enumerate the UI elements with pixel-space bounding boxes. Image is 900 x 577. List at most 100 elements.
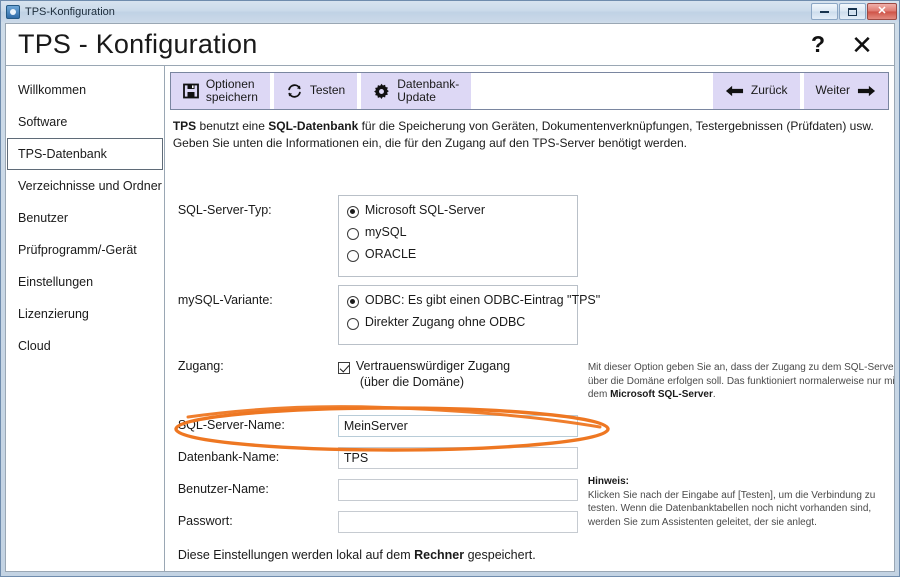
save-options-label: Optionen speichern <box>205 76 258 104</box>
user-name-label: Benutzer-Name: <box>177 481 269 496</box>
sidebar-item-einstellungen[interactable]: Einstellungen <box>7 266 163 298</box>
radio-icon <box>346 249 359 262</box>
server-type-label: SQL-Server-Typ: <box>177 202 272 217</box>
radio-icon <box>346 317 359 330</box>
application-window: TPS-Konfiguration ✕ TPS - Konfiguration … <box>0 0 900 577</box>
sidebar-item-tps-datenbank[interactable]: TPS-Datenbank <box>7 138 163 170</box>
radio-odbc[interactable]: ODBC: Es gibt einen ODBC-Eintrag "TPS" <box>346 293 600 315</box>
page-title: TPS - Konfiguration <box>18 29 258 59</box>
minimize-button[interactable] <box>811 3 838 20</box>
field-db-name: Datenbank-Name: <box>177 446 578 469</box>
next-label: Weiter <box>815 83 850 98</box>
arrow-left-icon <box>725 84 744 98</box>
radio-label: ORACLE <box>364 246 417 261</box>
sidebar-item-software[interactable]: Software <box>7 106 163 138</box>
sidebar-item-label: Benutzer <box>18 211 69 225</box>
gear-icon <box>373 83 390 100</box>
note-hint-title: Hinweis: <box>587 475 629 487</box>
description-text: TPS benutzt eine SQL-Datenbank für die S… <box>170 114 889 153</box>
footer-text2: gespeichert. <box>464 548 536 562</box>
sidebar-item-label: TPS-Datenbank <box>18 147 107 161</box>
sidebar-item-cloud[interactable]: Cloud <box>7 330 163 362</box>
checkbox-icon <box>337 361 350 374</box>
help-button[interactable]: ? <box>796 25 840 65</box>
sidebar-item-lizenzierung[interactable]: Lizenzierung <box>7 298 163 330</box>
page-header: TPS - Konfiguration ? ✕ <box>5 23 895 66</box>
radio-direct-access[interactable]: Direkter Zugang ohne ODBC <box>346 315 567 337</box>
save-options-button[interactable]: Optionen speichern <box>170 73 270 109</box>
floppy-disk-icon <box>182 83 199 99</box>
note-hint: Hinweis: Klicken Sie nach der Eingabe au… <box>587 475 894 530</box>
sidebar-item-label: Lizenzierung <box>18 307 89 321</box>
radio-mysql[interactable]: mySQL <box>346 224 567 247</box>
description-seg2: benutzt eine <box>196 119 269 133</box>
access-checkbox-label-line2: (über die Domäne) <box>359 374 465 389</box>
sidebar-item-willkommen[interactable]: Willkommen <box>7 74 163 106</box>
server-type-group: Microsoft SQL-Server mySQL ORACLE <box>337 194 578 277</box>
db-name-label: Datenbank-Name: <box>177 449 280 464</box>
radio-microsoft-sql-server[interactable]: Microsoft SQL-Server <box>346 202 567 225</box>
window-title: TPS-Konfiguration <box>25 5 115 18</box>
trusted-hint-bold: Microsoft SQL-Server <box>610 389 713 401</box>
database-update-label: Datenbank- Update <box>397 76 460 104</box>
sidebar-item-pruefprogramm-geraet[interactable]: Prüfprogramm/-Gerät <box>7 234 163 266</box>
sql-server-name-input[interactable] <box>337 414 578 437</box>
field-server-name: SQL-Server-Name: <box>177 414 578 437</box>
app-icon <box>6 4 20 19</box>
sidebar: Willkommen Software TPS-Datenbank Verzei… <box>6 66 165 571</box>
field-server-type: SQL-Server-Typ: Microsoft SQL-Server myS… <box>177 194 578 277</box>
footer-note: Diese Einstellungen werden lokal auf dem… <box>178 548 536 562</box>
user-name-input[interactable] <box>337 478 578 501</box>
close-button[interactable]: ✕ <box>867 3 897 20</box>
footer-bold: Rechner <box>414 548 465 562</box>
field-password: Passwort: <box>178 510 578 533</box>
content-panel: Optionen speichern Testen Datenbank- Upd… <box>164 66 894 571</box>
radio-icon <box>346 227 359 240</box>
header-close-button[interactable]: ✕ <box>840 25 884 65</box>
database-update-button[interactable]: Datenbank- Update <box>361 73 472 109</box>
back-label: Zurück <box>750 83 788 98</box>
refresh-icon <box>286 83 303 99</box>
sidebar-item-label: Einstellungen <box>18 275 94 289</box>
toolbar-spacer <box>471 73 713 109</box>
back-button[interactable]: Zurück <box>712 73 800 109</box>
minimize-icon <box>820 10 829 13</box>
close-x-icon: ✕ <box>851 29 873 60</box>
radio-label: mySQL <box>364 224 407 239</box>
form-area: SQL-Server-Typ: Microsoft SQL-Server myS… <box>170 153 894 571</box>
note-hint-body: Klicken Sie nach der Eingabe auf [Testen… <box>587 489 876 529</box>
field-access: Zugang: Vertrauenswürdiger Zugang (über … <box>178 359 510 389</box>
sidebar-item-verzeichnisse-und-ordner[interactable]: Verzeichnisse und Ordner <box>7 170 163 202</box>
database-name-input[interactable] <box>337 446 578 469</box>
sidebar-item-benutzer[interactable]: Benutzer <box>7 202 163 234</box>
field-user-name: Benutzer-Name: <box>177 478 578 501</box>
footer-text1: Diese Einstellungen werden lokal auf dem <box>177 548 415 562</box>
test-button[interactable]: Testen <box>273 73 358 109</box>
maximize-button[interactable] <box>839 3 866 20</box>
description-bold-sql: SQL-Datenbank <box>268 119 359 133</box>
radio-oracle[interactable]: ORACLE <box>346 246 567 269</box>
next-button[interactable]: Weiter <box>803 73 888 109</box>
sidebar-item-label: Software <box>18 115 68 129</box>
title-bar: TPS-Konfiguration ✕ <box>1 1 899 22</box>
access-label: Zugang: <box>177 358 224 373</box>
sidebar-item-label: Prüfprogramm/-Gerät <box>18 243 137 257</box>
server-name-label: SQL-Server-Name: <box>177 417 285 432</box>
sidebar-item-label: Cloud <box>18 339 51 353</box>
radio-label: Microsoft SQL-Server <box>364 202 486 217</box>
radio-icon <box>346 295 359 308</box>
trusted-access-checkbox[interactable]: Vertrauenswürdiger Zugang (über die Domä… <box>337 359 510 389</box>
test-label: Testen <box>309 83 346 98</box>
toolbar: Optionen speichern Testen Datenbank- Upd… <box>169 72 889 110</box>
password-input[interactable] <box>337 510 578 533</box>
sidebar-item-label: Willkommen <box>18 83 87 97</box>
radio-label: ODBC: Es gibt einen ODBC-Eintrag "TPS" <box>364 292 601 307</box>
arrow-right-icon <box>857 84 876 98</box>
mysql-variant-label: mySQL-Variante: <box>177 292 273 307</box>
description-bold-tps: TPS <box>172 119 197 133</box>
window-body: Willkommen Software TPS-Datenbank Verzei… <box>5 66 895 572</box>
sidebar-item-label: Verzeichnisse und Ordner <box>18 179 162 193</box>
mysql-variant-group: ODBC: Es gibt einen ODBC-Eintrag "TPS" D… <box>337 284 600 345</box>
close-icon: ✕ <box>877 5 887 17</box>
field-mysql-variant: mySQL-Variante: ODBC: Es gibt einen ODBC… <box>177 284 600 345</box>
